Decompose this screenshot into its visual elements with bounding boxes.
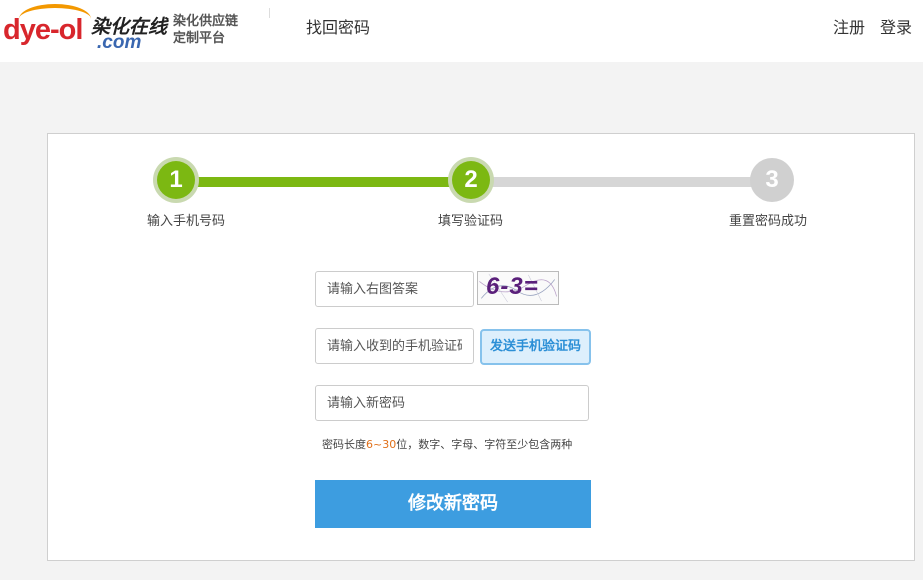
header-divider bbox=[269, 8, 270, 18]
step-2-label: 填写验证码 bbox=[438, 214, 504, 229]
sms-code-input[interactable] bbox=[315, 328, 474, 364]
captcha-input[interactable] bbox=[315, 271, 474, 307]
step-1-indicator: 1 bbox=[157, 161, 195, 199]
logo-domain: .com bbox=[97, 32, 142, 53]
step-3-indicator: 3 bbox=[750, 158, 794, 202]
page-title: 找回密码 bbox=[306, 18, 371, 37]
progress-track-completed bbox=[183, 177, 476, 187]
captcha-image[interactable]: 6-3= bbox=[477, 271, 559, 305]
captcha-text: 6-3= bbox=[486, 273, 539, 300]
new-password-input[interactable] bbox=[315, 385, 589, 421]
progress-track-remaining bbox=[476, 177, 773, 187]
step-2-indicator: 2 bbox=[452, 161, 490, 199]
send-sms-code-button[interactable]: 发送手机验证码 bbox=[480, 329, 591, 365]
logo-slogan: 染化供应链 定制平台 bbox=[173, 13, 253, 47]
logo-slogan-line2: 定制平台 bbox=[173, 31, 226, 46]
password-hint-range: 6~30 bbox=[366, 438, 397, 451]
top-header: dye-ol 染化在线 .com 染化供应链 定制平台 找回密码 注册 登录 bbox=[0, 0, 923, 62]
login-link[interactable]: 登录 bbox=[880, 14, 912, 38]
submit-new-password-button[interactable]: 修改新密码 bbox=[315, 480, 591, 528]
site-logo[interactable]: dye-ol 染化在线 .com 染化供应链 定制平台 bbox=[3, 4, 263, 54]
step-3-label: 重置密码成功 bbox=[729, 214, 808, 229]
register-link[interactable]: 注册 bbox=[833, 14, 865, 38]
password-hint-prefix: 密码长度 bbox=[322, 438, 366, 451]
logo-brand-latin: dye-ol bbox=[3, 14, 83, 46]
logo-slogan-line1: 染化供应链 bbox=[173, 14, 239, 29]
step-1-label: 输入手机号码 bbox=[147, 214, 226, 229]
password-hint: 密码长度6~30位，数字、字母、字符至少包含两种 bbox=[322, 436, 572, 452]
password-hint-suffix: 位，数字、字母、字符至少包含两种 bbox=[396, 438, 573, 451]
reset-password-panel: 1 2 3 输入手机号码 填写验证码 重置密码成功 6-3= 发送手机验证码 密… bbox=[47, 133, 915, 561]
